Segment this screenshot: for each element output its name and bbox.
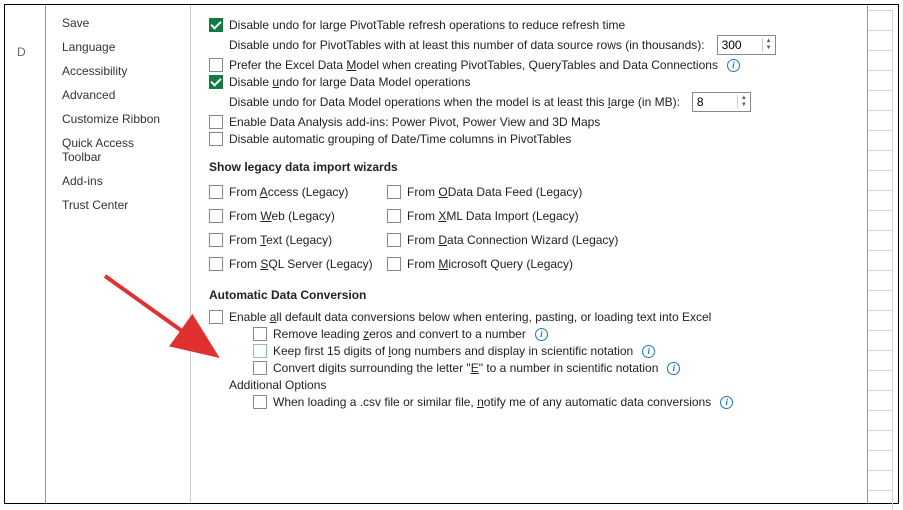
checkbox-legacy-dcw[interactable] [387, 233, 401, 247]
checkbox-notify-csv[interactable] [253, 395, 267, 409]
label-legacy-text: From Text (Legacy) [229, 233, 332, 247]
options-dialog: Save Language Accessibility Advanced Cus… [45, 5, 868, 503]
checkbox-legacy-access[interactable] [209, 185, 223, 199]
info-icon[interactable]: i [727, 59, 740, 72]
options-content: Disable undo for large PivotTable refres… [191, 5, 867, 503]
checkbox-convert-e[interactable] [253, 361, 267, 375]
section-legacy-wizards: Show legacy data import wizards [209, 160, 849, 174]
label-convert-e: Convert digits surrounding the letter "E… [273, 361, 658, 375]
window-frame: D Save Language Accessibility Advanced C… [4, 4, 899, 504]
sidebar-item-trust-center[interactable]: Trust Center [46, 193, 190, 217]
label-keep-15: Keep first 15 digits of long numbers and… [273, 344, 633, 358]
label-legacy-msquery: From Microsoft Query (Legacy) [407, 257, 573, 271]
label-legacy-dcw: From Data Connection Wizard (Legacy) [407, 233, 618, 247]
label-prefer-data-model: Prefer the Excel Data Model when creatin… [229, 58, 718, 72]
label-disable-undo-pivot: Disable undo for large PivotTable refres… [229, 18, 625, 32]
label-remove-zeros: Remove leading zeros and convert to a nu… [273, 327, 526, 341]
checkbox-enable-all-conv[interactable] [209, 310, 223, 324]
input-pivot-rows[interactable] [718, 36, 762, 54]
checkbox-legacy-odata[interactable] [387, 185, 401, 199]
label-notify-csv: When loading a .csv file or similar file… [273, 395, 711, 409]
label-legacy-xml: From XML Data Import (Legacy) [407, 209, 579, 223]
label-legacy-access: From Access (Legacy) [229, 185, 348, 199]
label-legacy-sql: From SQL Server (Legacy) [229, 257, 373, 271]
sidebar-item-customize-ribbon[interactable]: Customize Ribbon [46, 107, 190, 131]
spreadsheet-grid-right [868, 10, 893, 498]
label-disable-undo-dm: Disable undo for large Data Model operat… [229, 75, 471, 89]
sidebar-item-language[interactable]: Language [46, 35, 190, 59]
checkbox-enable-addins[interactable] [209, 115, 223, 129]
info-icon[interactable]: i [535, 328, 548, 341]
sidebar-item-advanced[interactable]: Advanced [46, 83, 190, 107]
label-legacy-web: From Web (Legacy) [229, 209, 335, 223]
options-sidebar: Save Language Accessibility Advanced Cus… [46, 5, 191, 503]
sidebar-item-quick-access[interactable]: Quick Access Toolbar [46, 131, 190, 169]
sidebar-item-save[interactable]: Save [46, 11, 190, 35]
label-additional-options: Additional Options [229, 378, 326, 392]
spin-down-icon[interactable]: ▼ [763, 45, 775, 52]
label-legacy-odata: From OData Data Feed (Legacy) [407, 185, 582, 199]
checkbox-disable-undo-pivot[interactable] [209, 18, 223, 32]
checkbox-disable-grouping[interactable] [209, 132, 223, 146]
info-icon[interactable]: i [642, 345, 655, 358]
label-enable-addins: Enable Data Analysis add-ins: Power Pivo… [229, 115, 600, 129]
label-pivot-rows: Disable undo for PivotTables with at lea… [229, 38, 705, 52]
section-auto-conversion: Automatic Data Conversion [209, 288, 849, 302]
checkbox-legacy-msquery[interactable] [387, 257, 401, 271]
info-icon[interactable]: i [720, 396, 733, 409]
spin-up-icon[interactable]: ▲ [738, 95, 750, 102]
sidebar-item-accessibility[interactable]: Accessibility [46, 59, 190, 83]
checkbox-prefer-data-model[interactable] [209, 58, 223, 72]
input-dm-size[interactable] [693, 93, 737, 111]
spinbox-dm-size[interactable]: ▲▼ [692, 92, 751, 112]
label-disable-grouping: Disable automatic grouping of Date/Time … [229, 132, 571, 146]
spin-up-icon[interactable]: ▲ [763, 38, 775, 45]
spin-down-icon[interactable]: ▼ [738, 102, 750, 109]
label-enable-all-conv: Enable all default data conversions belo… [229, 310, 711, 324]
column-header-d: D [17, 45, 26, 59]
sidebar-item-addins[interactable]: Add-ins [46, 169, 190, 193]
label-dm-size: Disable undo for Data Model operations w… [229, 95, 680, 109]
checkbox-legacy-xml[interactable] [387, 209, 401, 223]
checkbox-keep-15[interactable] [253, 344, 267, 358]
checkbox-legacy-text[interactable] [209, 233, 223, 247]
checkbox-disable-undo-dm[interactable] [209, 75, 223, 89]
checkbox-legacy-sql[interactable] [209, 257, 223, 271]
info-icon[interactable]: i [667, 362, 680, 375]
checkbox-remove-zeros[interactable] [253, 327, 267, 341]
checkbox-legacy-web[interactable] [209, 209, 223, 223]
spinbox-pivot-rows[interactable]: ▲▼ [717, 35, 776, 55]
